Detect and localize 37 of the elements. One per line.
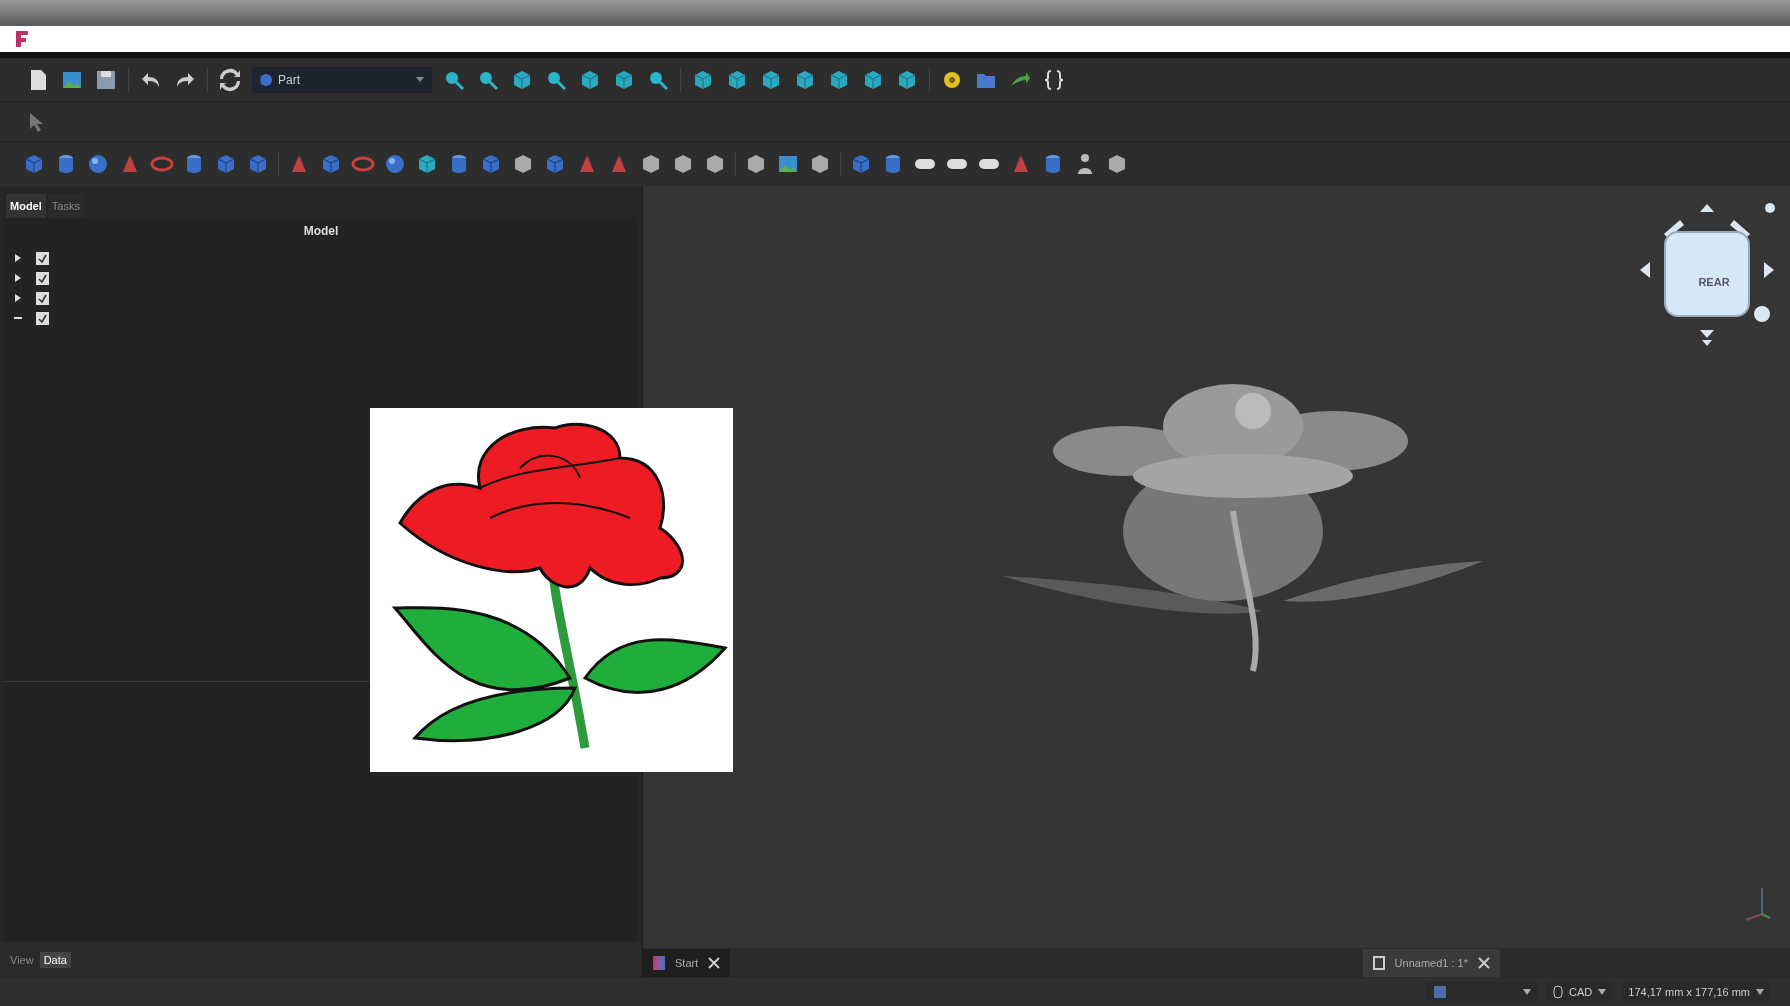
expand-icon[interactable] <box>14 294 22 302</box>
tab[interactable]: Model <box>6 194 46 218</box>
tab[interactable]: Data <box>39 951 71 969</box>
checkbox[interactable] <box>36 251 49 265</box>
tab[interactable]: View <box>6 951 38 969</box>
workbench-dropdown[interactable]: Part <box>252 66 432 93</box>
caret-icon <box>1598 989 1607 995</box>
3d-viewport[interactable]: REAR <box>643 186 1790 948</box>
dimensions-dropdown[interactable]: 174,17 mm x 177,16 mm <box>1622 982 1770 1002</box>
refresh-icon[interactable] <box>218 67 242 92</box>
tab[interactable]: Tasks <box>47 194 84 218</box>
close-icon[interactable] <box>708 957 721 969</box>
caret-icon <box>1756 989 1764 995</box>
braces-icon[interactable] <box>1042 67 1066 92</box>
checkbox[interactable] <box>36 271 49 285</box>
navigation-arrows-drawing[interactable] <box>1640 203 1775 346</box>
expand-icon[interactable] <box>14 274 22 282</box>
axis-indicator-icon <box>1745 887 1771 921</box>
style-dropdown[interactable] <box>1427 982 1538 1002</box>
caret-icon <box>1523 989 1532 995</box>
checkbox[interactable] <box>36 311 49 325</box>
collapse-icon[interactable] <box>14 314 22 322</box>
document-tab[interactable]: Start <box>643 949 731 977</box>
cube-icon <box>1433 985 1448 999</box>
app-logo-icon[interactable] <box>14 30 30 48</box>
navigation-dropdown[interactable]: CAD <box>1547 982 1613 1002</box>
document-tab[interactable]: Unnamed1 : 1* <box>1362 949 1500 977</box>
checkbox[interactable] <box>36 291 49 305</box>
navigation-cube[interactable]: REAR <box>1664 231 1750 317</box>
caret-icon <box>416 77 424 82</box>
document-icon <box>1372 956 1385 970</box>
sphere-icon[interactable] <box>383 152 407 176</box>
panel-title: Model <box>303 223 339 240</box>
expand-icon[interactable] <box>14 254 22 262</box>
sphere-icon[interactable] <box>86 152 110 176</box>
close-icon[interactable] <box>1478 957 1490 969</box>
mouse-icon <box>1553 985 1564 999</box>
